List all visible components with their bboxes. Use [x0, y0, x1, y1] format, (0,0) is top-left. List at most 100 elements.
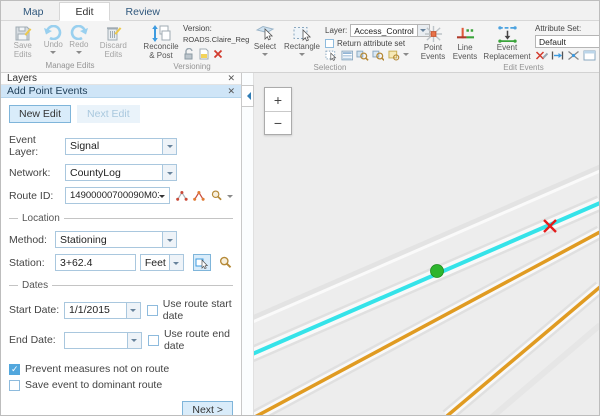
zoom-to-route-icon[interactable]	[211, 189, 224, 202]
end-date-picker[interactable]	[64, 332, 142, 349]
event-replacement-label: Event Replacement	[482, 44, 532, 62]
end-date-label: End Date:	[9, 334, 64, 346]
route-id-dropdown-arrow-icon[interactable]	[159, 195, 165, 201]
layers-close-icon[interactable]: ✕	[227, 74, 235, 83]
selection-more-caret-icon[interactable]	[403, 53, 409, 59]
save-dominant-route-label: Save event to dominant route	[25, 379, 162, 391]
new-edit-button[interactable]: New Edit	[9, 105, 71, 123]
delete-event-icon[interactable]	[535, 50, 548, 61]
start-date-picker[interactable]: 1/1/2015	[64, 302, 141, 319]
undo-button[interactable]: Undo	[40, 23, 66, 57]
dates-section-separator: Dates	[9, 280, 233, 291]
select-route-on-map-icon[interactable]	[176, 189, 188, 202]
event-replacement-button[interactable]: Event Replacement	[481, 23, 533, 62]
route-id-label: Route ID:	[9, 190, 65, 202]
method-label: Method:	[9, 234, 55, 246]
event-layer-combobox[interactable]: Signal	[65, 138, 177, 155]
method-dropdown-arrow-icon[interactable]	[162, 232, 176, 247]
redo-dropdown-caret-icon[interactable]	[76, 51, 82, 57]
zoom-to-selection-icon[interactable]	[356, 50, 369, 61]
reconcile-post-icon	[151, 25, 171, 42]
discard-edits-label: Discard Edits	[93, 42, 134, 60]
station-unit-combobox[interactable]: Feet	[140, 254, 184, 271]
save-dominant-route-checkbox[interactable]	[9, 380, 20, 391]
new-version-icon[interactable]	[198, 48, 210, 60]
layer-value: Access_Control	[351, 26, 417, 36]
prevent-measures-checkbox[interactable]	[9, 364, 20, 375]
event-window-icon[interactable]	[583, 50, 596, 61]
save-edits-button[interactable]: Save Edits	[5, 23, 40, 60]
event-layer-dropdown-arrow-icon[interactable]	[162, 139, 176, 154]
discard-edits-button[interactable]: Discard Edits	[92, 23, 135, 60]
station-unit-value: Feet	[141, 257, 169, 269]
next-button[interactable]: Next >	[182, 401, 233, 416]
use-route-start-date-checkbox[interactable]	[147, 305, 158, 316]
select-button[interactable]: Select	[249, 23, 281, 59]
select-features-icon[interactable]	[325, 50, 338, 61]
ribbon-group-edit-events: Point Events Line Events Event Replaceme…	[415, 22, 600, 72]
point-events-button[interactable]: Point Events	[417, 23, 449, 62]
attribute-table-icon[interactable]	[341, 50, 354, 61]
undo-icon	[43, 25, 63, 40]
reconcile-post-button[interactable]: Reconcile & Post	[141, 23, 181, 61]
add-point-events-panel: Layers ✕ Add Point Events ✕ New Edit Nex…	[1, 73, 242, 415]
method-combobox[interactable]: Stationing	[55, 231, 177, 248]
collapse-panel-tab[interactable]	[242, 85, 254, 107]
network-dropdown-arrow-icon[interactable]	[162, 165, 176, 180]
use-route-end-date-checkbox[interactable]	[148, 335, 159, 346]
panel-splitter[interactable]	[242, 73, 254, 415]
offset-event-icon[interactable]	[551, 50, 564, 61]
start-date-value: 1/1/2015	[65, 304, 126, 316]
start-date-dropdown-arrow-icon[interactable]	[126, 303, 140, 318]
panel-close-icon[interactable]: ✕	[227, 87, 235, 96]
attribute-set-combobox[interactable]: Default	[535, 35, 600, 48]
pan-to-selection-icon[interactable]	[372, 50, 385, 61]
route-id-value: 14900000700090M01	[66, 190, 159, 201]
selection-options-icon[interactable]	[387, 50, 400, 61]
attribute-set-value: Default	[536, 37, 600, 47]
pick-location-on-map-button[interactable]	[193, 254, 211, 271]
return-attribute-set-checkbox[interactable]	[325, 39, 334, 48]
station-unit-dropdown-arrow-icon[interactable]	[169, 255, 183, 270]
select-label: Select	[254, 43, 276, 52]
route-id-combobox[interactable]: 14900000700090M01	[65, 187, 170, 204]
end-date-dropdown-arrow-icon[interactable]	[127, 333, 141, 348]
network-value: CountyLog	[66, 167, 162, 179]
map-view[interactable]: + −	[254, 73, 599, 415]
split-event-icon[interactable]	[567, 50, 580, 61]
rectangle-label: Rectangle	[284, 43, 320, 52]
ribbon-group-selection: Select Rectangle Layer: Access_Control	[247, 22, 413, 72]
zoom-to-location-icon[interactable]	[219, 256, 233, 269]
tab-map[interactable]: Map	[7, 2, 59, 21]
prevent-measures-label: Prevent measures not on route	[25, 363, 169, 375]
tab-edit[interactable]: Edit	[59, 2, 109, 21]
undo-dropdown-caret-icon[interactable]	[50, 51, 56, 57]
rectangle-select-button[interactable]: Rectangle	[281, 23, 323, 59]
map-canvas	[254, 73, 599, 415]
layer-label: Layer:	[325, 26, 347, 35]
next-edit-button[interactable]: Next Edit	[77, 105, 140, 123]
select-dropdown-caret-icon[interactable]	[262, 53, 268, 59]
ribbon-group-manage-edits: Save Edits Undo Redo Discard Edits Mana	[3, 22, 137, 72]
line-events-button[interactable]: Line Events	[449, 23, 481, 62]
zoom-in-button[interactable]: +	[265, 88, 291, 111]
rectangle-dropdown-caret-icon[interactable]	[299, 53, 305, 59]
group-label-versioning: Versioning	[141, 61, 243, 73]
network-combobox[interactable]: CountyLog	[65, 164, 177, 181]
select-route-from-selection-icon[interactable]	[193, 189, 205, 202]
unlock-icon[interactable]	[183, 48, 195, 60]
point-events-label: Point Events	[418, 44, 448, 62]
zoom-out-button[interactable]: −	[265, 111, 291, 134]
redo-button[interactable]: Redo	[66, 23, 92, 57]
start-date-label: Start Date:	[9, 304, 64, 316]
delete-version-icon[interactable]	[213, 49, 223, 59]
event-layer-label: Event Layer:	[9, 134, 65, 158]
tab-review[interactable]: Review	[110, 2, 176, 21]
event-point[interactable]	[431, 265, 444, 278]
station-input[interactable]: 3+62.4	[55, 254, 136, 271]
save-icon	[14, 25, 32, 41]
group-label-manage-edits: Manage Edits	[5, 60, 135, 72]
main-area: Layers ✕ Add Point Events ✕ New Edit Nex…	[1, 73, 599, 415]
zoom-route-caret-icon[interactable]	[227, 195, 233, 201]
line-events-icon	[455, 25, 476, 43]
